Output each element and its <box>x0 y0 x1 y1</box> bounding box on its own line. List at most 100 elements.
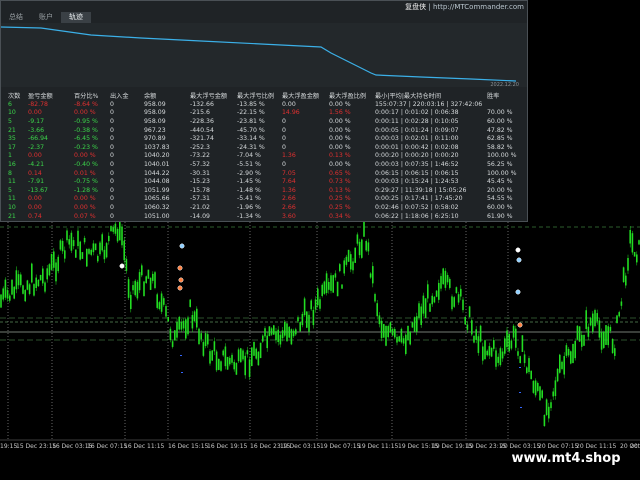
table-cell: 60.00 % <box>487 117 513 125</box>
candle-body <box>6 290 9 299</box>
table-row: 6 -82.78 -8.64 % 0 958.09 -132.66 -13.85 % 0.00… <box>1 100 527 109</box>
table-cell: 6 <box>8 100 12 108</box>
table-cell: 0 <box>110 143 114 151</box>
candle-body <box>356 234 359 244</box>
candle-body <box>303 298 306 316</box>
table-cell: -1.48 % <box>237 186 261 194</box>
column-header: 胜率 <box>487 93 500 100</box>
candle-body <box>587 326 590 337</box>
candle-body <box>156 294 158 308</box>
table-cell <box>1 169 8 178</box>
candle-body <box>213 341 216 352</box>
candle-body <box>376 303 378 317</box>
table-cell: 0.13 % <box>329 186 351 194</box>
candle-body <box>396 336 398 343</box>
table-cell: 0.65 % <box>329 169 351 177</box>
table-cell: -13.67 <box>28 186 48 194</box>
table-cell: -321.74 <box>190 135 214 143</box>
tab-summary[interactable]: 总结 <box>1 12 31 23</box>
candle-body <box>202 342 205 356</box>
trade-marker <box>517 322 523 328</box>
candle-body <box>464 316 466 325</box>
trade-marker <box>515 247 521 253</box>
candle-body <box>180 321 183 330</box>
candle-body <box>114 223 117 234</box>
candle-body <box>295 329 297 335</box>
table-cell <box>1 117 8 126</box>
table-cell: 35 <box>8 135 16 143</box>
candle-body <box>240 348 242 363</box>
table-cell: 0.00 <box>28 195 42 203</box>
x-tick-label: 16 Dec 19:15 <box>207 443 248 450</box>
candle-body <box>50 254 53 270</box>
table-cell: 62.85 % <box>487 135 513 143</box>
candle-body <box>614 348 616 356</box>
table-cell: -1.34 % <box>237 212 261 220</box>
table-cell <box>1 203 8 212</box>
candle-body <box>519 356 521 363</box>
table-cell: 21 <box>8 212 16 220</box>
table-cell: -0.38 % <box>74 126 98 134</box>
candle-body <box>284 321 286 336</box>
table-cell: 0 <box>110 152 114 160</box>
candle-body <box>499 348 502 365</box>
candle-body <box>200 333 202 340</box>
table-cell: -21.02 <box>190 203 210 211</box>
candle-body <box>620 301 623 306</box>
candle-body <box>603 331 605 348</box>
candle-body <box>99 242 101 255</box>
candle-body <box>37 279 40 287</box>
candle-body <box>517 351 519 356</box>
candle-body <box>68 239 70 245</box>
candle-body <box>196 308 198 328</box>
candle-body <box>55 262 57 282</box>
candle-body <box>28 284 31 294</box>
candle-body <box>312 310 315 326</box>
table-cell: 2.66 <box>282 203 296 211</box>
candle-body <box>158 302 161 310</box>
candle-body <box>578 326 581 342</box>
equity-curve-line <box>1 26 517 82</box>
column-header: 次数 <box>8 93 21 100</box>
table-cell: 47.82 % <box>487 126 513 134</box>
candle-body <box>367 242 370 252</box>
candle-body <box>268 326 271 337</box>
tab-account[interactable]: 账户 <box>31 12 61 23</box>
candle-body <box>444 270 447 288</box>
candle-body <box>548 406 550 419</box>
column-header: 最大浮盈比例 <box>329 93 367 100</box>
candle-body <box>215 351 218 371</box>
candle-body <box>108 235 110 242</box>
candle-body <box>372 266 374 284</box>
candle-body <box>105 243 108 258</box>
candle-body <box>600 332 603 350</box>
table-cell: 0.00 % <box>74 152 96 160</box>
brand[interactable]: 复盘侠 | http://MTCommander.com <box>405 2 524 12</box>
candle-body <box>334 273 337 278</box>
table-cell: -22.15 % <box>237 109 265 117</box>
candle-body <box>255 348 257 359</box>
candle-body <box>237 349 240 362</box>
candle-body <box>585 310 587 329</box>
candle-body <box>570 351 572 364</box>
table-cell: -0.75 % <box>74 178 98 186</box>
table-cell: 0 <box>110 212 114 220</box>
tab-trajectory[interactable]: 轨迹 <box>61 12 91 23</box>
candle-body <box>361 239 363 258</box>
candle-body <box>512 325 515 338</box>
candle-body <box>229 357 231 365</box>
candle-body <box>33 284 35 296</box>
candle-body <box>383 324 385 338</box>
candle-body <box>317 288 319 306</box>
candle-body <box>583 334 585 346</box>
brand-url[interactable]: | http://MTCommander.com <box>428 3 524 11</box>
candle-body <box>363 222 365 237</box>
candle-body <box>189 299 191 307</box>
table-cell: 0.74 <box>28 212 42 220</box>
candle-body <box>83 237 86 243</box>
trade-marker <box>178 277 184 283</box>
table-cell: -6.45 % <box>74 135 98 143</box>
table-cell: 1.56 % <box>329 109 351 117</box>
candle-body <box>160 293 163 312</box>
candle-body <box>301 313 304 326</box>
